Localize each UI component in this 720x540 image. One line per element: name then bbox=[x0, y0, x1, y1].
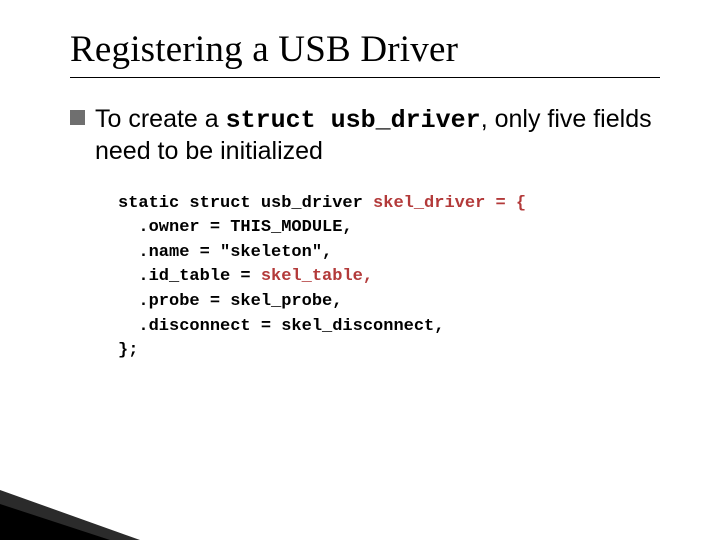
code-l3a: .id_table = bbox=[118, 267, 261, 286]
body-pre: To create a bbox=[95, 105, 226, 133]
code-l5: .disconnect = skel_disconnect, bbox=[118, 317, 444, 336]
code-block: static struct usb_driver skel_driver = {… bbox=[118, 192, 660, 364]
slide-title: Registering a USB Driver bbox=[70, 28, 660, 71]
code-l2: .name = "skeleton", bbox=[118, 243, 332, 262]
code-l0b: skel_driver = { bbox=[373, 194, 526, 213]
square-bullet-icon bbox=[70, 110, 85, 125]
body-text: To create a struct usb_driver, only five… bbox=[95, 104, 660, 168]
decorative-wedge-icon bbox=[0, 490, 140, 540]
bullet-row: To create a struct usb_driver, only five… bbox=[70, 104, 660, 168]
code-l4: .probe = skel_probe, bbox=[118, 292, 342, 311]
body-code: struct usb_driver bbox=[226, 106, 481, 135]
slide: Registering a USB Driver To create a str… bbox=[0, 0, 720, 540]
title-underline bbox=[70, 77, 660, 78]
code-l6: }; bbox=[118, 341, 138, 360]
code-l0a: static struct usb_driver bbox=[118, 194, 373, 213]
code-l1: .owner = THIS_MODULE, bbox=[118, 218, 353, 237]
code-l3b: skel_table, bbox=[261, 267, 373, 286]
